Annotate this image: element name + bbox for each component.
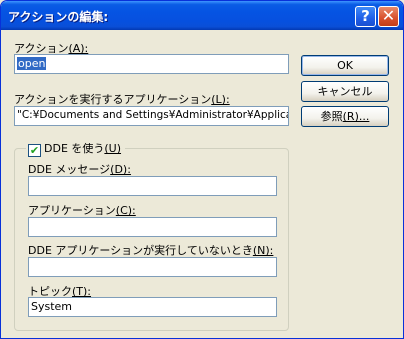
dde-not-running-label-accel: (N): bbox=[252, 244, 274, 257]
checkbox-checked-icon: ✔ bbox=[28, 144, 41, 157]
ok-button-label: OK bbox=[337, 59, 353, 72]
dde-message-label-accel: (D): bbox=[110, 163, 131, 176]
browse-button-accel: (R)... bbox=[342, 110, 370, 123]
help-button[interactable]: ? bbox=[355, 6, 376, 27]
topic-value: System bbox=[31, 300, 73, 313]
action-input[interactable]: open bbox=[14, 54, 289, 74]
browse-button[interactable]: 参照(R)... bbox=[301, 106, 389, 127]
close-button[interactable]: ✕ bbox=[378, 6, 399, 27]
topic-input[interactable]: System bbox=[28, 297, 277, 317]
dde-application-label-accel: (C): bbox=[115, 204, 136, 217]
dde-not-running-label-text: DDE アプリケーションが実行していないとき bbox=[28, 244, 253, 257]
cancel-button[interactable]: キャンセル bbox=[301, 81, 389, 102]
use-dde-label: DDE を使う bbox=[44, 142, 105, 155]
application-label: アクションを実行するアプリケーション(L): bbox=[14, 91, 230, 107]
application-label-text: アクションを実行するアプリケーション bbox=[14, 93, 212, 106]
dde-application-label-text: アプリケーション bbox=[28, 204, 116, 217]
dde-not-running-input[interactable] bbox=[28, 257, 277, 277]
action-input-value: open bbox=[17, 57, 47, 70]
application-input-value: "C:¥Documents and Settings¥Administrator… bbox=[17, 109, 289, 121]
dde-not-running-label: DDE アプリケーションが実行していないとき(N): bbox=[28, 242, 273, 258]
dde-message-label: DDE メッセージ(D): bbox=[28, 161, 131, 177]
dialog-title: アクションの編集: bbox=[8, 10, 109, 24]
help-icon: ? bbox=[361, 7, 370, 25]
dde-application-input[interactable] bbox=[28, 217, 277, 237]
application-label-accel: (L): bbox=[211, 93, 230, 106]
close-icon: ✕ bbox=[381, 6, 396, 25]
use-dde-accel: (U) bbox=[104, 142, 122, 155]
title-bar[interactable]: アクションの編集: ? ✕ bbox=[1, 1, 403, 30]
ok-button[interactable]: OK bbox=[301, 55, 389, 76]
edit-action-dialog: アクションの編集: ? ✕ アクション(A): open アクションを実行するア… bbox=[0, 0, 404, 339]
dde-message-label-text: DDE メッセージ bbox=[28, 163, 111, 176]
application-input[interactable]: "C:¥Documents and Settings¥Administrator… bbox=[14, 106, 289, 126]
dde-application-label: アプリケーション(C): bbox=[28, 202, 136, 218]
dde-message-input[interactable] bbox=[28, 176, 277, 196]
browse-button-label: 参照 bbox=[320, 110, 343, 123]
cancel-button-label: キャンセル bbox=[317, 85, 373, 98]
use-dde-checkbox[interactable]: ✔ DDE を使う(U) bbox=[26, 140, 126, 157]
